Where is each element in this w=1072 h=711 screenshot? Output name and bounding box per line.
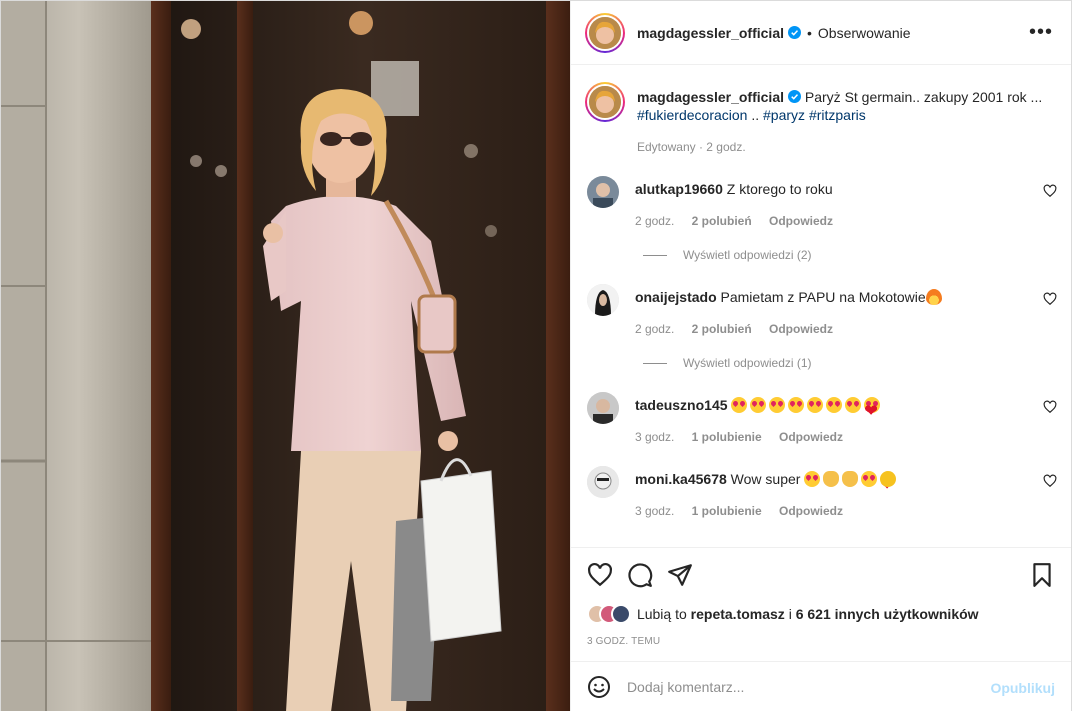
comment-time: 2 godz. — [634, 214, 675, 228]
post-actions: Lubią to repeta.tomasz i 6 621 innych uż… — [570, 547, 1071, 661]
comment-meta: 3 godz. 1 polubienie Odpowiedz — [635, 430, 857, 444]
caption-meta: Edytowany · 2 godz. — [636, 140, 746, 154]
avatar-image — [588, 86, 621, 118]
heart-emoji-icon — [864, 404, 880, 420]
comment-input[interactable] — [626, 679, 967, 695]
comment-emojis — [731, 397, 883, 420]
face-emoji-icon — [826, 397, 843, 413]
save-bookmark-icon[interactable] — [1029, 562, 1055, 588]
face-emoji-icon — [750, 397, 767, 413]
header-separator: • — [807, 24, 812, 41]
face-emoji-icon — [731, 397, 748, 413]
like-heart-icon[interactable] — [587, 562, 613, 588]
likes-others[interactable]: 6 621 innych użytkowników — [796, 606, 979, 622]
comment-username[interactable]: moni.ka45678 — [635, 471, 727, 487]
comment-text: Z ktorego to roku — [726, 181, 833, 197]
like-comment-heart-icon[interactable] — [1043, 292, 1057, 306]
face-emoji-icon — [861, 471, 878, 487]
hashtag-link[interactable]: #fukierdecoracion — [637, 107, 748, 123]
comment-emojis — [804, 471, 899, 494]
like-comment-heart-icon[interactable] — [1043, 400, 1057, 414]
commenter-avatar[interactable] — [586, 392, 619, 424]
like-comment-heart-icon[interactable] — [1043, 474, 1057, 488]
comment-item: onaijejstado Pamietam z PAPU na Mokotowi… — [586, 284, 1057, 394]
comment-item: alutkap19660 Z ktorego to roku 2 godz. 2… — [586, 176, 1057, 286]
comment-item: moni.ka45678 Wow super 3 godz. 1 polubie… — [586, 466, 1057, 546]
comment-username[interactable]: tadeuszno145 — [635, 397, 728, 413]
reply-button[interactable]: Odpowiedz — [769, 214, 833, 228]
face-emoji-icon — [788, 397, 805, 413]
commenter-avatar[interactable] — [586, 284, 619, 316]
post-photo[interactable] — [1, 1, 570, 711]
caption-text: magdagessler_official Paryż St germain..… — [637, 88, 1057, 124]
more-options-icon[interactable]: ••• — [1029, 21, 1053, 44]
comment-line: moni.ka45678 Wow super — [635, 470, 899, 494]
share-send-icon[interactable] — [667, 562, 693, 588]
comment-likes[interactable]: 1 polubienie — [692, 504, 762, 518]
face-emoji-icon — [804, 471, 821, 487]
comment-line: onaijejstado Pamietam z PAPU na Mokotowi… — [635, 288, 945, 306]
like-comment-heart-icon[interactable] — [1043, 184, 1057, 198]
comment-time: 2 godz. — [634, 322, 675, 336]
verified-badge-icon — [788, 90, 801, 103]
comment-meta: 2 godz. 2 polubień Odpowiedz — [635, 214, 847, 228]
author-username[interactable]: magdagessler_official — [637, 25, 784, 41]
caption-body: Paryż St germain.. zakupy 2001 rok ... — [804, 89, 1043, 105]
comment-likes[interactable]: 1 polubienie — [692, 430, 762, 444]
fire-emoji-icon — [925, 289, 942, 305]
commenter-avatar[interactable] — [586, 466, 619, 498]
hashtag-link[interactable]: #ritzparis — [809, 107, 866, 123]
likes-middle: i — [788, 606, 792, 622]
comment-line: tadeuszno145 — [635, 396, 883, 420]
hashtag-link[interactable]: #paryz — [763, 107, 805, 123]
view-replies-button[interactable]: Wyświetl odpowiedzi (1) — [643, 356, 812, 370]
comment-likes[interactable]: 2 polubień — [692, 322, 752, 336]
post-image — [1, 1, 570, 711]
comment-username[interactable]: alutkap19660 — [635, 181, 723, 197]
comment-likes[interactable]: 2 polubień — [692, 214, 752, 228]
comment-line: alutkap19660 Z ktorego to roku — [635, 180, 833, 198]
comment-time: 3 godz. — [634, 504, 675, 518]
following-button[interactable]: Obserwowanie — [818, 25, 911, 41]
commenter-avatar[interactable] — [586, 176, 619, 208]
reply-button[interactable]: Odpowiedz — [779, 504, 843, 518]
clap-emoji-icon — [842, 471, 859, 487]
comment-time: 3 godz. — [634, 430, 675, 444]
likes-prefix: Lubią to — [636, 606, 687, 622]
comment-meta: 3 godz. 1 polubienie Odpowiedz — [635, 504, 857, 518]
comments-section[interactable]: magdagessler_official Paryż St germain..… — [571, 66, 1071, 546]
caption-avatar[interactable] — [584, 82, 625, 122]
caption-ellipsis: .. — [751, 107, 760, 123]
clap-emoji-icon — [823, 471, 840, 487]
liker-avatars — [586, 604, 631, 624]
likes-user[interactable]: repeta.tomasz — [691, 606, 785, 622]
comment-text: Wow super — [730, 471, 801, 487]
likes-summary[interactable]: Lubią to repeta.tomasz i 6 621 innych uż… — [586, 604, 979, 624]
post-header: magdagessler_official • Obserwowanie ••• — [570, 1, 1071, 65]
avatar-image — [588, 16, 621, 49]
view-replies-button[interactable]: Wyświetl odpowiedzi (2) — [643, 248, 812, 262]
verified-badge-icon — [788, 26, 801, 39]
publish-button[interactable]: Opublikuj — [990, 680, 1055, 696]
reply-button[interactable]: Odpowiedz — [769, 322, 833, 336]
post-timestamp: 3 GODZ. TEMU — [586, 636, 661, 647]
comment-text: Pamietam z PAPU na Mokotowie — [720, 289, 926, 305]
caption-username[interactable]: magdagessler_official — [637, 89, 784, 105]
add-comment-bar: Opublikuj — [570, 661, 1071, 711]
post-side-panel: magdagessler_official • Obserwowanie ••• — [569, 1, 1071, 711]
face-emoji-icon — [769, 397, 786, 413]
comment-meta: 2 godz. 2 polubień Odpowiedz — [635, 322, 847, 336]
face-emoji-icon — [845, 397, 862, 413]
author-avatar[interactable] — [584, 12, 625, 53]
reply-button[interactable]: Odpowiedz — [779, 430, 843, 444]
comment-bubble-icon[interactable] — [627, 562, 653, 588]
comment-username[interactable]: onaijejstado — [635, 289, 717, 305]
instagram-post: magdagessler_official • Obserwowanie ••• — [0, 0, 1072, 711]
emoji-picker-icon[interactable] — [587, 675, 611, 699]
face-emoji-icon — [807, 397, 824, 413]
